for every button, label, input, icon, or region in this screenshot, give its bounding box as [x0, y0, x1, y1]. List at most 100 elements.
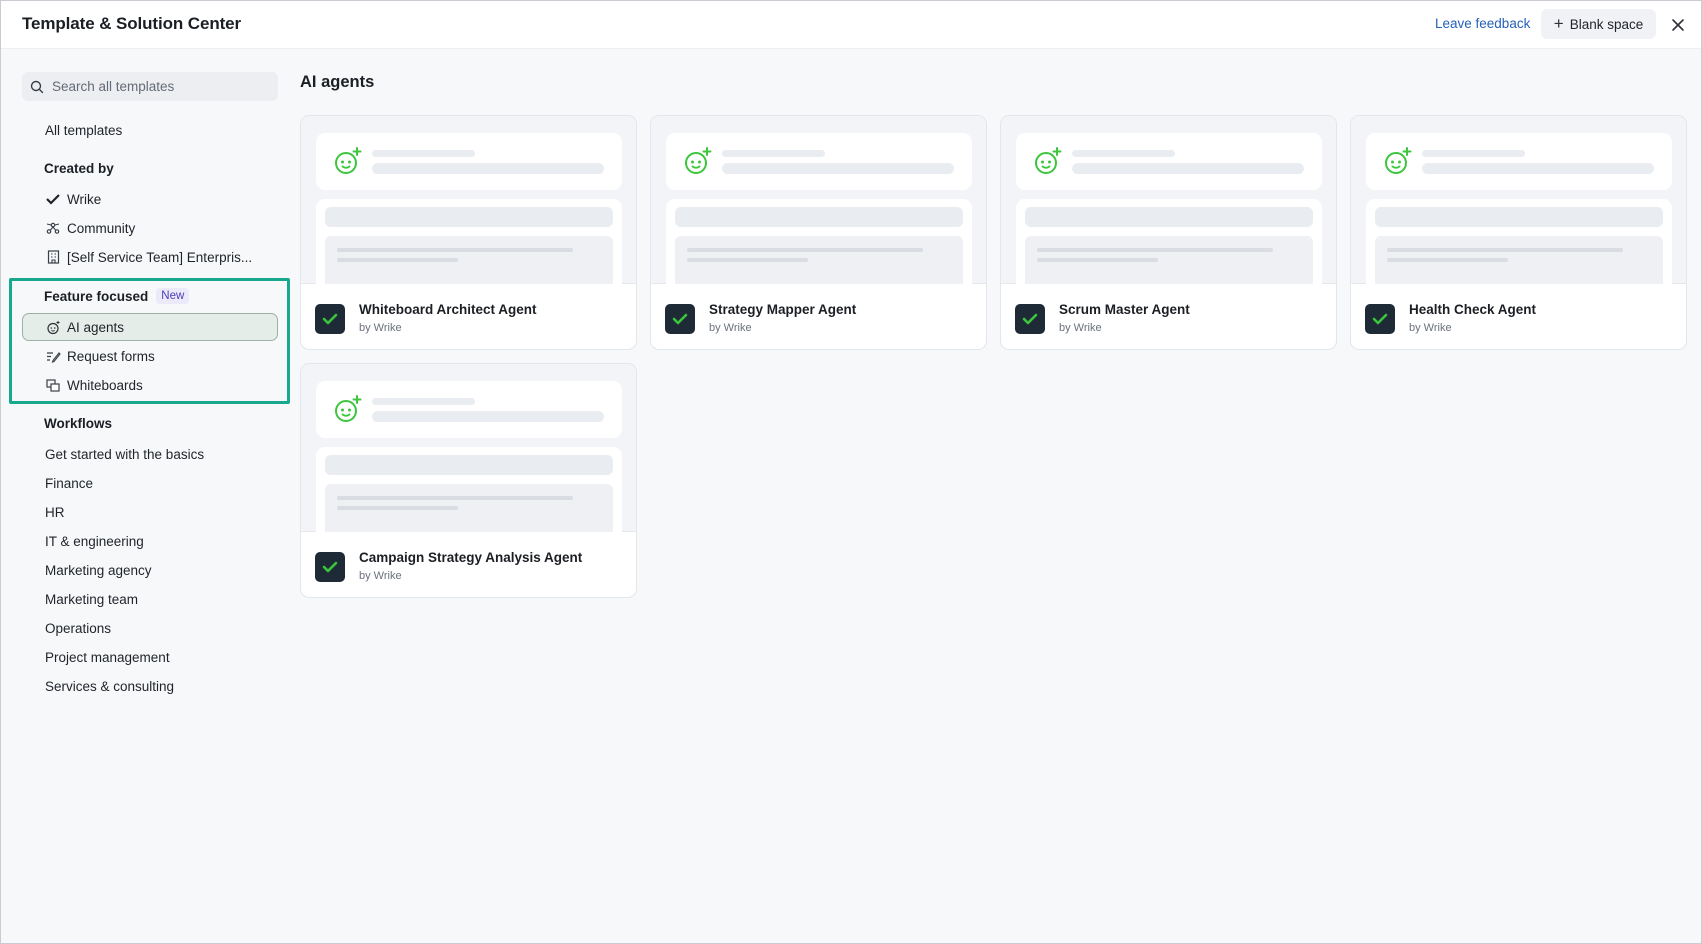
- preview-top-panel: [666, 133, 972, 190]
- skeleton-block: [1025, 207, 1313, 227]
- skeleton-line: [1037, 248, 1273, 252]
- card-preview: [651, 116, 986, 284]
- header-bar: Template & Solution Center Leave feedbac…: [1, 1, 1701, 49]
- created-by-heading-label: Created by: [44, 161, 114, 176]
- skeleton-line: [687, 248, 923, 252]
- sidebar-item-it-engineering[interactable]: IT & engineering: [45, 534, 144, 549]
- ai-agent-icon: [335, 395, 362, 422]
- skeleton-line: [337, 496, 573, 500]
- wrike-check-icon: [45, 191, 61, 207]
- preview-bottom-panel: [666, 199, 972, 284]
- card-title: Strategy Mapper Agent: [709, 302, 857, 317]
- skeleton-block: [675, 207, 963, 227]
- preview-top-panel: [316, 133, 622, 190]
- card-author: by Wrike: [359, 570, 402, 582]
- plus-icon: +: [1553, 13, 1564, 33]
- leave-feedback-link[interactable]: Leave feedback: [1435, 16, 1530, 31]
- sidebar-item-ai-agents[interactable]: AI agents: [45, 319, 124, 335]
- wrike-check-icon: [1022, 313, 1038, 325]
- preview-bottom-panel: [1016, 199, 1322, 284]
- skeleton-line: [1422, 163, 1654, 174]
- wrike-check-icon: [1372, 313, 1388, 325]
- close-button[interactable]: [1666, 13, 1690, 37]
- sidebar-item-get-started[interactable]: Get started with the basics: [45, 447, 204, 462]
- template-center-window: Template & Solution Center Leave feedbac…: [0, 0, 1702, 944]
- preview-top-panel: [1366, 133, 1672, 190]
- robot-icon: [45, 319, 61, 335]
- skeleton-line: [372, 163, 604, 174]
- wrike-logo: [665, 304, 695, 334]
- section-title: AI agents: [300, 73, 375, 91]
- sidebar-item-marketing-team[interactable]: Marketing team: [45, 592, 138, 607]
- ai-agent-icon: [685, 147, 712, 174]
- workflows-heading: Workflows: [44, 416, 112, 431]
- sidebar-item-hr[interactable]: HR: [45, 505, 65, 520]
- ai-agent-icon: [1385, 147, 1412, 174]
- ai-agent-icon: [1035, 147, 1062, 174]
- wrike-logo: [1365, 304, 1395, 334]
- sidebar-item-label: Wrike: [67, 191, 102, 207]
- wrike-logo: [315, 552, 345, 582]
- template-card[interactable]: Whiteboard Architect Agent by Wrike: [300, 115, 637, 350]
- search-box[interactable]: [22, 72, 278, 101]
- blank-space-button[interactable]: + Blank space: [1541, 9, 1656, 39]
- card-author: by Wrike: [1059, 322, 1102, 334]
- sidebar-item-label: Community: [67, 220, 136, 236]
- skeleton-line: [337, 258, 458, 262]
- skeleton-line: [1037, 258, 1158, 262]
- sidebar-item-label: AI agents: [67, 319, 125, 335]
- sidebar-item-request-forms[interactable]: Request forms: [45, 348, 155, 364]
- close-icon: [1672, 19, 1684, 31]
- template-card[interactable]: Scrum Master Agent by Wrike: [1000, 115, 1337, 350]
- card-title: Scrum Master Agent: [1059, 302, 1190, 317]
- form-pen-icon: [45, 348, 61, 364]
- sidebar: All templates Created by Wrike Community: [1, 49, 291, 943]
- wrike-check-icon: [672, 313, 688, 325]
- skeleton-line: [1422, 150, 1525, 157]
- card-preview: [301, 364, 636, 532]
- preview-bottom-panel: [316, 447, 622, 532]
- skeleton-block: [325, 455, 613, 475]
- whiteboard-icon: [45, 377, 61, 393]
- sidebar-item-wrike[interactable]: Wrike: [45, 191, 101, 207]
- template-card[interactable]: Health Check Agent by Wrike: [1350, 115, 1687, 350]
- sidebar-item-finance[interactable]: Finance: [45, 476, 93, 491]
- workflows-heading-label: Workflows: [44, 416, 113, 431]
- skeleton-line: [1387, 258, 1508, 262]
- sidebar-item-all-templates[interactable]: All templates: [45, 123, 122, 138]
- skeleton-line: [337, 248, 573, 252]
- feature-focused-heading-label: Feature focused: [44, 288, 149, 304]
- building-icon: [45, 249, 61, 265]
- skeleton-block: [1375, 207, 1663, 227]
- template-card[interactable]: Campaign Strategy Analysis Agent by Wrik…: [300, 363, 637, 598]
- sidebar-item-services-consulting[interactable]: Services & consulting: [45, 679, 174, 694]
- sidebar-item-label: Request forms: [67, 348, 155, 364]
- sidebar-item-self-service-team[interactable]: [Self Service Team] Enterpris...: [45, 249, 252, 265]
- template-card[interactable]: Strategy Mapper Agent by Wrike: [650, 115, 987, 350]
- skeleton-block: [325, 207, 613, 227]
- card-preview: [301, 116, 636, 284]
- card-title: Campaign Strategy Analysis Agent: [359, 550, 583, 565]
- skeleton-line: [372, 411, 604, 422]
- preview-top-panel: [316, 381, 622, 438]
- sidebar-item-label: Whiteboards: [67, 377, 143, 393]
- skeleton-line: [1072, 163, 1304, 174]
- skeleton-line: [1387, 248, 1623, 252]
- skeleton-line: [687, 258, 808, 262]
- sidebar-item-whiteboards[interactable]: Whiteboards: [45, 377, 143, 393]
- card-title: Health Check Agent: [1409, 302, 1537, 317]
- sidebar-item-label: [Self Service Team] Enterpris...: [67, 249, 253, 265]
- sidebar-item-marketing-agency[interactable]: Marketing agency: [45, 563, 152, 578]
- search-input[interactable]: [52, 79, 262, 94]
- skeleton-line: [722, 150, 825, 157]
- sidebar-item-project-management[interactable]: Project management: [45, 650, 170, 665]
- sidebar-item-operations[interactable]: Operations: [45, 621, 111, 636]
- skeleton-line: [372, 398, 475, 405]
- community-icon: [45, 220, 61, 236]
- preview-bottom-panel: [1366, 199, 1672, 284]
- created-by-heading: Created by: [44, 161, 114, 176]
- sidebar-item-community[interactable]: Community: [45, 220, 135, 236]
- new-badge: New: [156, 288, 190, 304]
- preview-bottom-panel: [316, 199, 622, 284]
- wrike-logo: [1015, 304, 1045, 334]
